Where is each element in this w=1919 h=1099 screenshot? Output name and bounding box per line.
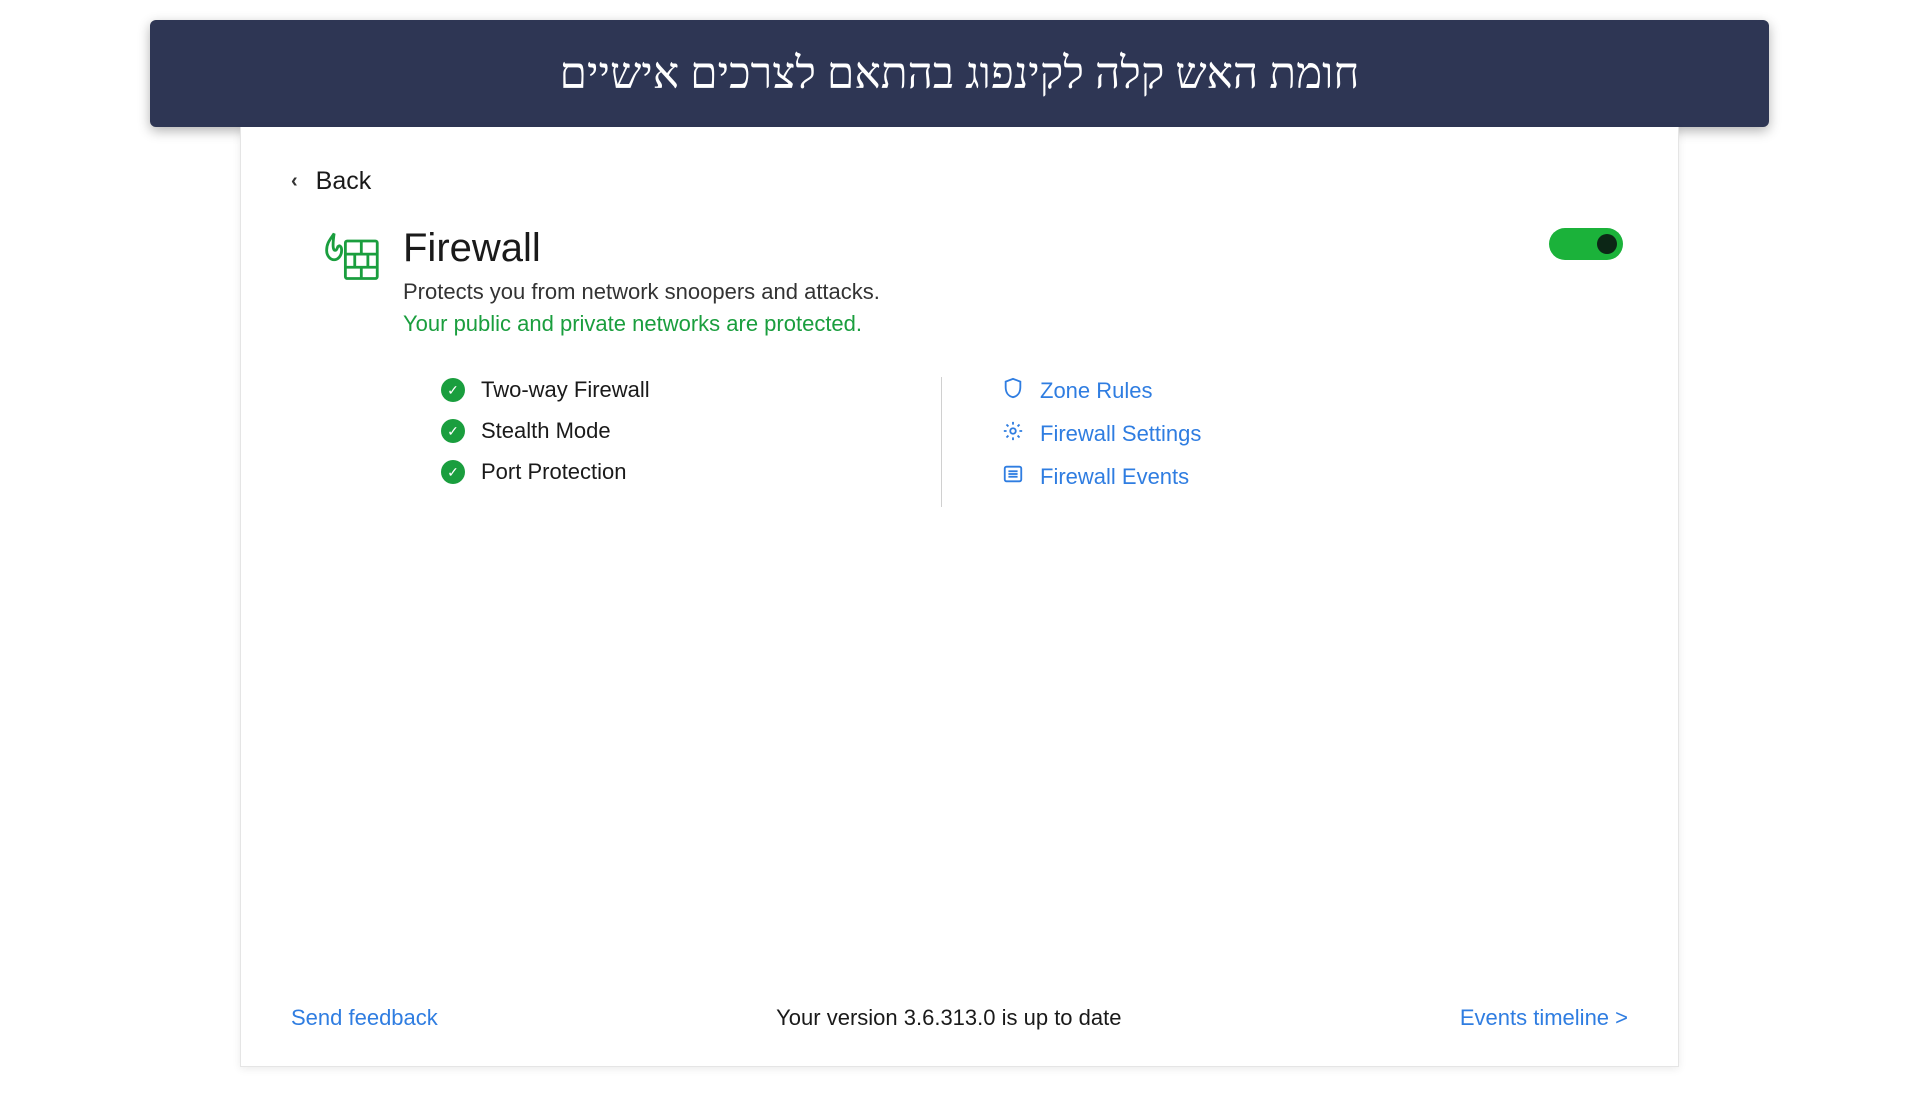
firewall-settings-link[interactable]: Firewall Settings xyxy=(1002,420,1402,448)
feature-item: ✓ Stealth Mode xyxy=(441,418,941,444)
main-header: Firewall Protects you from network snoop… xyxy=(241,216,1678,337)
toggle-knob xyxy=(1597,234,1617,254)
version-text: Your version 3.6.313.0 is up to date xyxy=(776,1005,1121,1031)
firewall-events-link[interactable]: Firewall Events xyxy=(1002,463,1402,491)
status-text: Your public and private networks are pro… xyxy=(403,311,1628,337)
banner-text: חומת האש קלה לקינפוג בהתאם לצרכים אישיים xyxy=(560,49,1360,98)
promo-banner: חומת האש קלה לקינפוג בהתאם לצרכים אישיים xyxy=(150,20,1769,127)
list-icon xyxy=(1002,463,1024,491)
header-text: Firewall Protects you from network snoop… xyxy=(403,226,1628,337)
feature-label: Stealth Mode xyxy=(481,418,611,444)
chevron-left-icon: ‹ xyxy=(291,170,298,193)
page-subtitle: Protects you from network snoopers and a… xyxy=(403,279,1628,305)
link-label: Firewall Events xyxy=(1040,464,1189,490)
features-row: ✓ Two-way Firewall ✓ Stealth Mode ✓ Port… xyxy=(241,337,1678,507)
back-button[interactable]: ‹ Back xyxy=(241,127,1678,216)
check-icon: ✓ xyxy=(441,378,465,402)
link-label: Firewall Settings xyxy=(1040,421,1201,447)
link-label: Zone Rules xyxy=(1040,378,1153,404)
features-column: ✓ Two-way Firewall ✓ Stealth Mode ✓ Port… xyxy=(441,377,941,507)
divider xyxy=(941,377,942,507)
page-title: Firewall xyxy=(403,226,1628,271)
app-window: ‹ Back Firewall Protects you from networ… xyxy=(240,127,1679,1067)
feature-label: Port Protection xyxy=(481,459,627,485)
shield-icon xyxy=(1002,377,1024,405)
events-timeline-link[interactable]: Events timeline > xyxy=(1460,1005,1628,1031)
footer: Send feedback Your version 3.6.313.0 is … xyxy=(241,1005,1678,1031)
send-feedback-link[interactable]: Send feedback xyxy=(291,1005,438,1031)
feature-item: ✓ Two-way Firewall xyxy=(441,377,941,403)
zone-rules-link[interactable]: Zone Rules xyxy=(1002,377,1402,405)
feature-label: Two-way Firewall xyxy=(481,377,650,403)
gear-icon xyxy=(1002,420,1024,448)
firewall-toggle[interactable] xyxy=(1549,228,1623,260)
links-column: Zone Rules Firewall Settings xyxy=(1002,377,1402,507)
back-label: Back xyxy=(316,167,372,196)
check-icon: ✓ xyxy=(441,460,465,484)
check-icon: ✓ xyxy=(441,419,465,443)
firewall-icon xyxy=(321,226,381,291)
feature-item: ✓ Port Protection xyxy=(441,459,941,485)
